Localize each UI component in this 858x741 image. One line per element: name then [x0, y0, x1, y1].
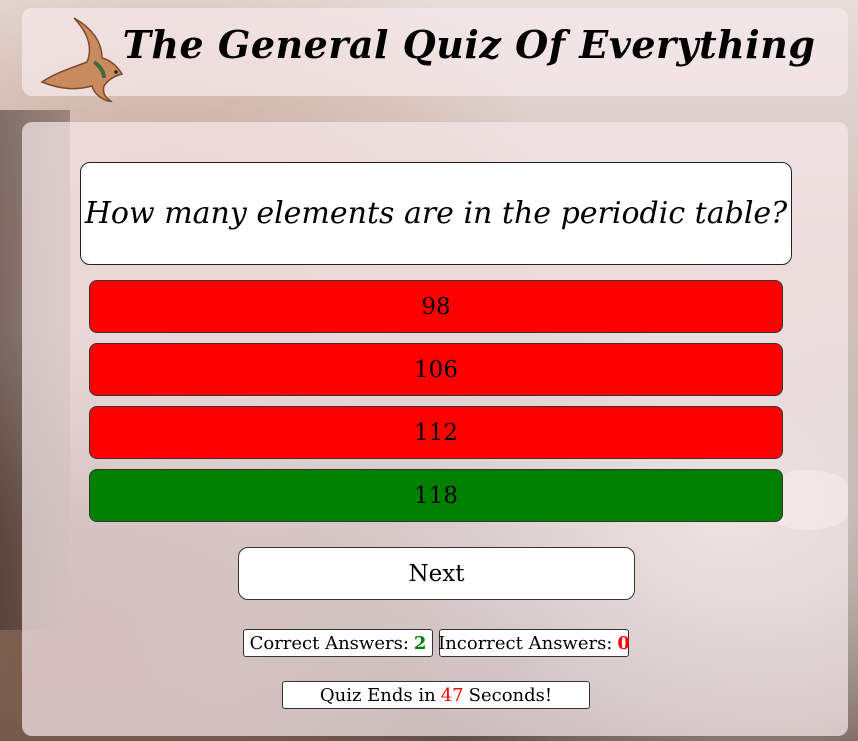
timer-suffix: Seconds! — [468, 684, 553, 706]
correct-answers-value: 2 — [413, 632, 427, 654]
answer-option-1[interactable]: 98 — [89, 280, 783, 333]
timer-seconds: 47 — [440, 684, 464, 706]
answer-option-4[interactable]: 118 — [89, 469, 783, 522]
next-button[interactable]: Next — [238, 547, 635, 600]
question-text: How many elements are in the periodic ta… — [80, 162, 792, 265]
answer-option-3[interactable]: 112 — [89, 406, 783, 459]
incorrect-answers-label: Incorrect Answers: — [438, 632, 613, 654]
quiz-timer: Quiz Ends in 47 Seconds! — [282, 681, 590, 709]
incorrect-answers-value: 0 — [617, 632, 630, 654]
page-title: The General Quiz Of Everything — [122, 22, 816, 67]
timer-prefix: Quiz Ends in — [319, 684, 436, 706]
answer-option-2[interactable]: 106 — [89, 343, 783, 396]
incorrect-answers-counter: Incorrect Answers: 0 — [438, 629, 630, 657]
correct-answers-counter: Correct Answers: 2 — [243, 629, 433, 657]
correct-answers-label: Correct Answers: — [249, 632, 409, 654]
